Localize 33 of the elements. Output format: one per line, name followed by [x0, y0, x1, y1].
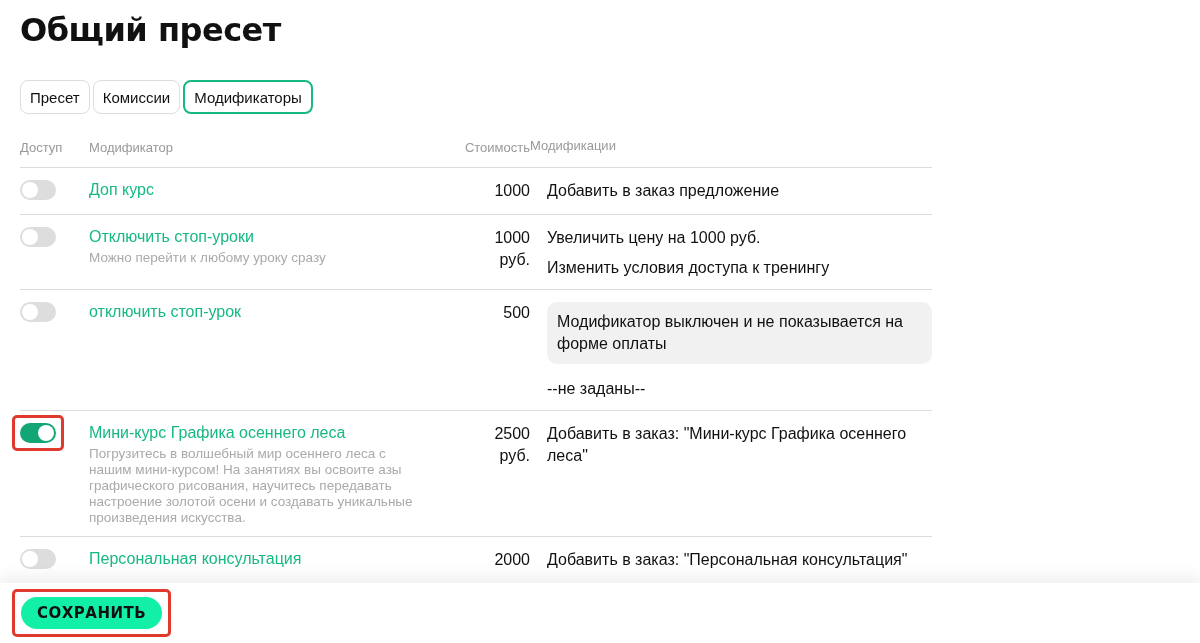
price-text: 1000 руб. — [493, 228, 530, 270]
modifier-link[interactable]: Мини-курс Графика осеннего леса — [89, 423, 429, 443]
toggle-switch[interactable] — [20, 549, 56, 569]
toggle-switch[interactable] — [20, 180, 56, 200]
save-button[interactable]: СОХРАНИТЬ — [21, 597, 163, 629]
modifier-link[interactable]: Отключить стоп-уроки — [89, 227, 429, 247]
modification-text: Изменить условия доступа к тренингу — [547, 258, 831, 278]
column-header: Модификатор — [89, 140, 173, 155]
tab[interactable]: Модификаторы — [183, 80, 313, 114]
price-text: 500 — [502, 303, 530, 323]
modification-text: Добавить в заказ: "Персональная консультация" — [547, 550, 909, 570]
modification-text: Добавить в заказ: "Мини-курс Графика осеннего леса" — [547, 424, 908, 466]
modification-text: --не заданы-- — [547, 379, 647, 399]
modification-text: Добавить в заказ предложение — [547, 181, 781, 201]
modifier-link[interactable]: отключить стоп-урок — [89, 302, 429, 322]
column-header: Стоимость — [464, 140, 530, 155]
tab[interactable]: Комиссии — [92, 80, 181, 114]
modifier-description: Погрузитесь в волшебный мир осеннего леса с нашим мини-курсом! На занятиях вы освоите азы графического рисования, научитесь передавать настроение золотой осени и создавать уникальные произведения искусства. — [89, 446, 414, 526]
price-text: 2500 руб. — [493, 424, 530, 466]
tab[interactable]: Пресет — [20, 80, 90, 114]
column-header: Доступ — [20, 140, 63, 155]
price-text: 1000 — [493, 181, 530, 201]
notice-box: Модификатор выключен и не показывается на форме оплаты — [547, 302, 932, 364]
toggle-switch[interactable] — [20, 302, 56, 322]
column-header: Модификации — [530, 138, 617, 153]
price-text: 2000 — [493, 550, 530, 570]
toggle-switch[interactable] — [20, 227, 56, 247]
modification-text: Увеличить цену на 1000 руб. — [547, 228, 762, 248]
modifier-link[interactable]: Доп курс — [89, 180, 429, 200]
modifier-link[interactable]: Персональная консультация — [89, 549, 429, 569]
page-title: Общий пресет — [20, 10, 283, 50]
modifier-description: Можно перейти к любому уроку сразу — [89, 250, 327, 266]
toggle-switch[interactable] — [20, 423, 56, 443]
